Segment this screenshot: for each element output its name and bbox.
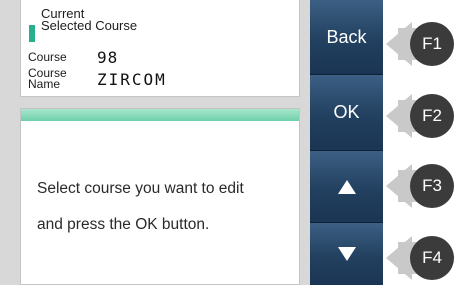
heading-line-2: Selected Course <box>41 18 138 33</box>
function-key-f1: F1 <box>386 22 454 66</box>
back-button[interactable]: Back <box>310 0 383 75</box>
f2-key-badge: F2 <box>410 94 454 138</box>
function-key-f4: F4 <box>386 236 454 280</box>
message-panel-header <box>21 109 299 121</box>
scroll-up-button[interactable] <box>310 151 383 223</box>
function-key-f3: F3 <box>386 164 454 208</box>
up-arrow-icon <box>337 179 356 194</box>
teal-indicator-bar <box>29 25 35 42</box>
down-arrow-icon <box>337 247 356 261</box>
f1-key-badge: F1 <box>410 22 454 66</box>
course-name-value: ZIRCOM <box>97 70 167 89</box>
instruction-line-2: and press the OK button. <box>37 216 210 233</box>
current-course-card: Current Selected Course Course 98 Course… <box>20 0 300 97</box>
current-course-heading: Current Selected Course <box>41 7 138 33</box>
f3-key-badge: F3 <box>410 164 454 208</box>
course-name-label-line-2: Name <box>28 77 61 91</box>
ok-button[interactable]: OK <box>310 75 383 151</box>
course-label: Course <box>28 50 67 64</box>
message-panel: Select course you want to edit and press… <box>20 108 300 285</box>
course-label-text: Course <box>28 50 67 64</box>
f4-key-badge: F4 <box>410 236 454 280</box>
instruction-line-1: Select course you want to edit <box>37 180 244 197</box>
scroll-down-button[interactable] <box>310 223 383 285</box>
course-number: 98 <box>97 48 119 67</box>
ok-button-label: OK <box>333 102 360 122</box>
function-key-f2: F2 <box>386 94 454 138</box>
course-name-label: Course Name <box>28 67 67 91</box>
instruction-text: Select course you want to edit and press… <box>37 171 287 243</box>
back-button-label: Back <box>326 26 367 47</box>
